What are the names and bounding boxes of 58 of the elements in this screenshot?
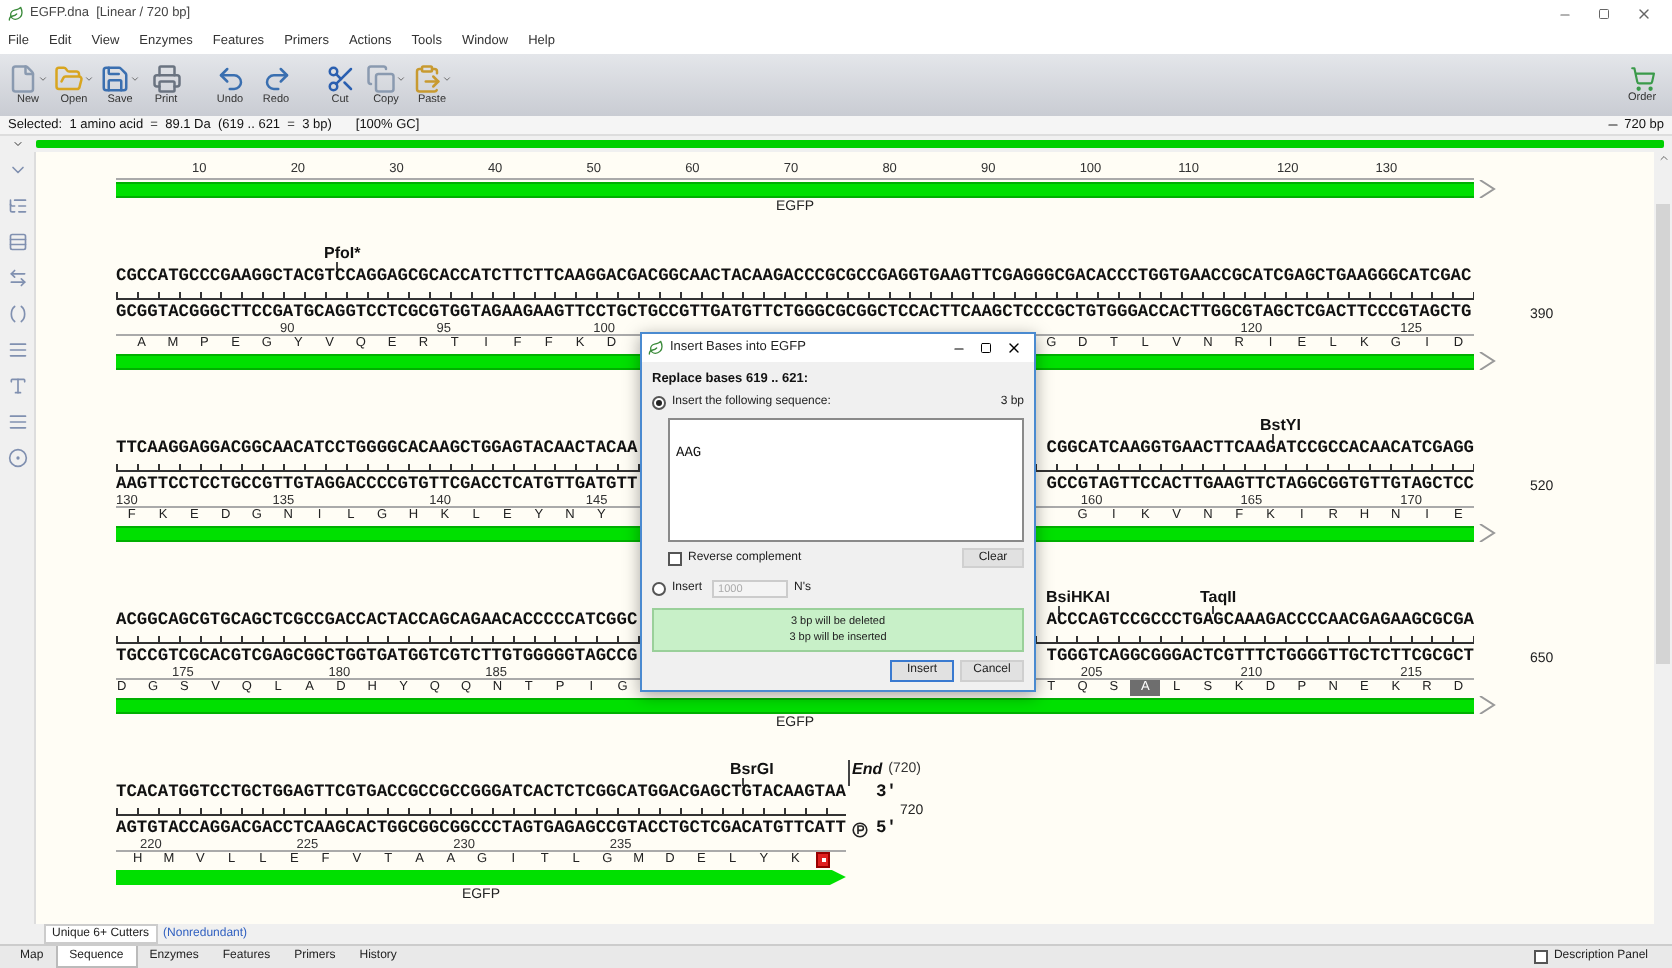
tree-icon[interactable] — [7, 196, 27, 216]
rows-icon[interactable] — [7, 232, 27, 252]
checkbox[interactable] — [1533, 950, 1548, 964]
dna-strand: AGTGTACCAGGACGACCTCAAGCACTGGCGGCGGCCCTAGTGAGAGCCGTACCTGCTCGACATGTTCATT — [116, 820, 846, 838]
app-icon — [648, 340, 664, 356]
enzyme-label: BsiHKAI — [1046, 588, 1111, 606]
vertical-scrollbar[interactable] — [1654, 152, 1672, 924]
maximize-icon — [1598, 8, 1610, 20]
folder-icon — [54, 63, 84, 93]
scissors-icon — [325, 63, 355, 93]
dna-strand: TGCCGTCGCACGTCGAGCGGCTGGTGATGGTCGTCTTGTGGGGGTAGCCG — [116, 648, 638, 666]
enzyme-label: BstYI — [1260, 416, 1301, 434]
leader-line — [848, 760, 850, 786]
cart-icon — [1629, 65, 1655, 91]
end-label: End — [852, 760, 883, 778]
clipboard-icon — [412, 63, 442, 93]
dna-strand: CGCCATGCCCGAAGGCTACGTCCAGGAGCGCACCATCTTCTTCAAGGACGACGGCAACTACAAGACCCGCGCCGAGGTGAAGTTCGAGGGCGACACCCTGGTGAACCGCATCGAGCTGAAGGGCATCGAC — [116, 268, 1472, 286]
chevron-icon — [1478, 524, 1496, 542]
checkbox[interactable] — [668, 551, 682, 565]
enzyme-label: BsrGI — [730, 760, 774, 778]
minus-icon[interactable] — [1606, 118, 1621, 132]
dna-strand: TCACATGGTCCTGCTGGAGTTCGTGACCGCCGCCGGGATCACTCTCGGCATGGACGAGCTGTACAAGTAA — [116, 784, 846, 802]
printer-icon — [151, 63, 181, 93]
strand-end-label: 3' — [875, 784, 899, 802]
enzyme-label: PfoI* — [324, 244, 361, 262]
text-icon[interactable] — [7, 376, 27, 396]
parentheses-icon[interactable] — [7, 304, 27, 324]
chevron-icon — [1478, 352, 1496, 370]
circled-p-icon — [851, 822, 868, 838]
chevron-icon — [1478, 696, 1496, 714]
dna-strand: TGGGTCAGGCGGGACTCGTTTCTGGGGTTGCTCTTCGCGCT — [1046, 648, 1474, 666]
strand-end-label: 5' — [875, 820, 899, 838]
save-icon — [100, 63, 130, 93]
dna-strand: GCGGTACGGGCTTCCGATGCAGGTCCTCGCGTGGTAGAAGAAGTTCCTGCTGCCGTTGATGTTCTGGGCGCGGCTCCACTTCAAGCTCCCGCTGTGGGACCACTTGGCGTAGCTCGACTTCCCGTAGCTG — [116, 304, 1472, 322]
copy-icon — [366, 63, 396, 93]
scroll-up-icon[interactable] — [1657, 152, 1669, 164]
arrows-icon[interactable] — [7, 268, 27, 288]
dna-strand: ACGGCAGCGTGCAGCTCGCCGACCACTACCAGCAGAACACCCCCATCGGC — [116, 612, 638, 630]
radio-button[interactable] — [652, 582, 666, 596]
enzyme-label: TaqII — [1200, 588, 1237, 606]
lines-icon[interactable] — [7, 340, 27, 360]
chevron-icon — [1478, 180, 1496, 198]
dna-strand: AAGTTCCTCCTGCCGTTGTAGGACCCCGTGTTCGACCTCATGTTGATGTT — [116, 476, 638, 494]
dna-strand: ACCCAGTCCGCCCTGAGCAAAGACCCCAACGAGAAGCGCGA — [1046, 612, 1474, 630]
document-icon — [8, 63, 38, 93]
radio-button[interactable] — [652, 396, 666, 410]
redo-icon — [261, 63, 291, 93]
maximize-icon — [980, 342, 992, 354]
close-icon — [1636, 6, 1652, 22]
app-icon — [8, 6, 24, 22]
scrollbar-thumb[interactable] — [1656, 204, 1670, 664]
dna-strand: TTCAAGGAGGACGGCAACATCCTGGGGCACAAGCTGGAGTACAACTACAA — [116, 440, 638, 458]
dna-strand: CGGCATCAAGGTGAACTTCAAGATCCGCCACAACATCGAGG — [1046, 440, 1474, 458]
undo-icon — [215, 63, 245, 93]
dna-strand: GCCGTAGTTCCACTTGAAGTTCTAGGCGGTGTTGTAGCTCC — [1046, 476, 1474, 494]
lines-icon[interactable] — [7, 412, 27, 432]
circle-dot-icon[interactable] — [7, 448, 27, 468]
close-icon — [1006, 340, 1022, 356]
